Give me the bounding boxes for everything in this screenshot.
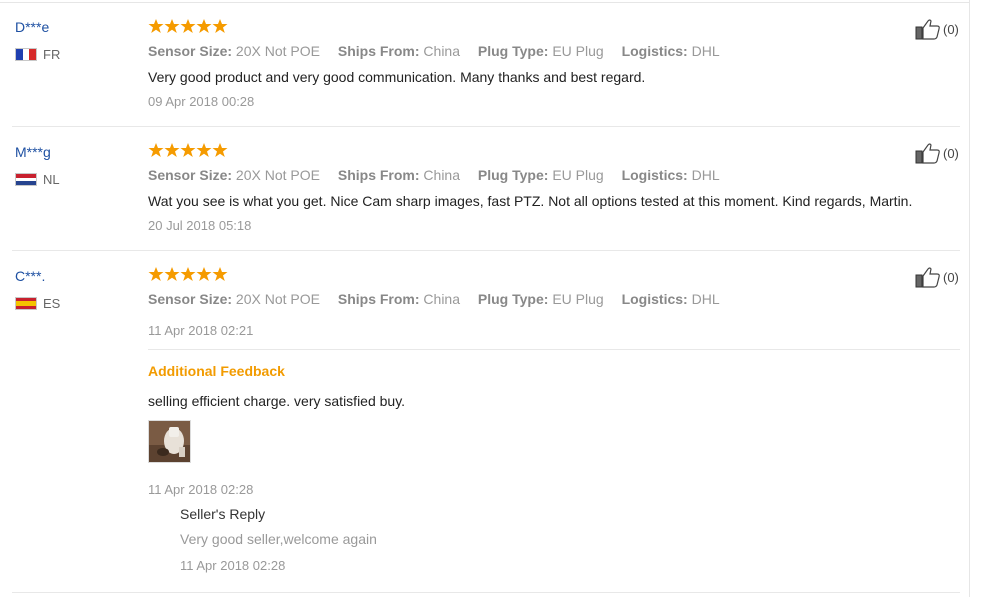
additional-feedback-text: selling efficient charge. very satisfied… [148,393,406,409]
plug-type-label: Plug Type: [477,43,549,59]
plug-type-value: EU Plug [552,43,604,59]
reviewer-country: FR [15,47,60,62]
thumbs-up-icon [915,19,940,40]
helpful-button[interactable]: (0) [915,18,959,40]
review-date: 20 Jul 2018 05:18 [148,218,252,233]
ships-from-value: China [423,167,461,183]
reviewer-country: NL [15,172,60,187]
product-attributes: Sensor Size: 20X Not POE Ships From: Chi… [148,291,734,307]
reviewer-info: M***g NL [15,144,60,187]
star-icon [164,19,180,33]
star-icon [212,267,228,281]
ships-from-value: China [423,43,461,59]
plug-type-value: EU Plug [552,291,604,307]
flag-nl-icon [15,173,37,186]
feedback-list: D***e FR Sensor Size: 20X Not POE Ships … [0,0,1000,597]
helpful-button[interactable]: (0) [915,142,959,164]
review-item: M***g NL Sensor Size: 20X Not POE Ships … [0,124,960,251]
sensor-size-value: 20X Not POE [235,43,320,59]
plug-type-label: Plug Type: [477,167,549,183]
country-code: ES [43,296,61,311]
star-rating [148,18,228,34]
star-icon [148,267,164,281]
review-text: Very good product and very good communic… [148,69,646,85]
sensor-size-value: 20X Not POE [235,167,320,183]
logistics-label: Logistics: [621,167,688,183]
review-item: D***e FR Sensor Size: 20X Not POE Ships … [0,0,960,127]
flag-fr-icon [15,48,37,61]
logistics-label: Logistics: [621,43,688,59]
reviewer-name: M***g [15,144,51,160]
additional-feedback-title: Additional Feedback [148,363,285,379]
star-icon [212,143,228,157]
sensor-size-label: Sensor Size: [148,291,233,307]
logistics-value: DHL [691,167,720,183]
star-icon [164,267,180,281]
star-rating [148,266,228,282]
logistics-value: DHL [691,43,720,59]
reviewer-info: C***. ES [15,268,60,311]
star-icon [148,19,164,33]
reviewer-name: C***. [15,268,46,284]
star-icon [180,143,196,157]
product-attributes: Sensor Size: 20X Not POE Ships From: Chi… [148,43,734,59]
plug-type-value: EU Plug [552,167,604,183]
flag-es-icon [15,297,37,310]
star-icon [148,143,164,157]
reviewer-name: D***e [15,19,50,35]
star-icon [196,143,212,157]
star-icon [164,143,180,157]
review-item: C***. ES Sensor Size: 20X Not POE Ships … [0,248,960,597]
star-icon [212,19,228,33]
logistics-label: Logistics: [621,291,688,307]
additional-divider [148,349,960,350]
star-icon [180,19,196,33]
ships-from-label: Ships From: [337,291,420,307]
sensor-size-label: Sensor Size: [148,43,233,59]
helpful-count: (0) [943,269,959,285]
review-photo-thumbnail[interactable] [148,420,191,463]
reviewer-info: D***e FR [15,19,60,62]
review-date: 09 Apr 2018 00:28 [148,94,255,109]
star-icon [196,267,212,281]
helpful-button[interactable]: (0) [915,266,959,288]
ships-from-label: Ships From: [337,167,420,183]
plug-type-label: Plug Type: [477,291,549,307]
country-code: FR [43,47,61,62]
ships-from-label: Ships From: [337,43,420,59]
ships-from-value: China [423,291,461,307]
product-attributes: Sensor Size: 20X Not POE Ships From: Chi… [148,167,734,183]
sensor-size-label: Sensor Size: [148,167,233,183]
seller-reply-title: Seller's Reply [180,506,266,522]
country-code: NL [43,172,60,187]
seller-reply-text: Very good seller,welcome again [180,531,377,547]
sensor-size-value: 20X Not POE [235,291,320,307]
right-divider [969,0,970,597]
photo-image [149,421,190,462]
star-icon [180,267,196,281]
review-divider [12,592,960,593]
review-date: 11 Apr 2018 02:21 [148,323,254,338]
helpful-count: (0) [943,21,959,37]
star-icon [196,19,212,33]
seller-reply-date: 11 Apr 2018 02:28 [180,558,286,573]
reviewer-country: ES [15,296,60,311]
star-rating [148,142,228,158]
helpful-count: (0) [943,145,959,161]
logistics-value: DHL [691,291,720,307]
thumbs-up-icon [915,143,940,164]
additional-feedback-date: 11 Apr 2018 02:28 [148,482,254,497]
thumbs-up-icon [915,267,940,288]
review-text: Wat you see is what you get. Nice Cam sh… [148,193,913,209]
